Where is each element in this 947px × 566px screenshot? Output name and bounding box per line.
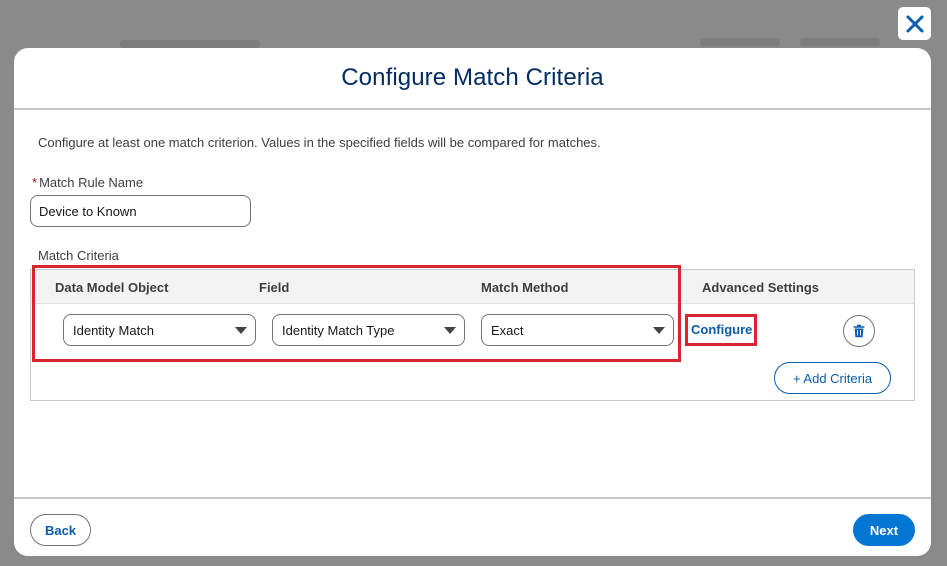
next-button[interactable]: Next bbox=[853, 514, 915, 546]
intro-text: Configure at least one match criterion. … bbox=[38, 135, 601, 150]
match-criteria-label: Match Criteria bbox=[38, 248, 119, 263]
match-rule-name-label: * Match Rule Name bbox=[32, 175, 143, 190]
column-header-advanced-settings: Advanced Settings bbox=[702, 280, 820, 295]
modal-footer: Back Next bbox=[14, 497, 931, 556]
background-bar bbox=[120, 40, 260, 48]
chevron-down-icon bbox=[444, 327, 456, 334]
match-rule-name-label-text: Match Rule Name bbox=[39, 175, 144, 190]
back-button[interactable]: Back bbox=[30, 514, 91, 546]
modal-title: Configure Match Criteria bbox=[341, 64, 604, 91]
match-method-select[interactable]: Exact bbox=[481, 314, 674, 346]
close-icon bbox=[906, 15, 923, 32]
column-header-data-model-object: Data Model Object bbox=[55, 280, 169, 295]
required-marker: * bbox=[32, 175, 38, 190]
data-model-object-value: Identity Match bbox=[73, 322, 154, 338]
trash-icon bbox=[853, 324, 865, 338]
background-bar bbox=[800, 38, 880, 46]
delete-criteria-button[interactable] bbox=[843, 315, 875, 347]
match-rule-name-input[interactable] bbox=[30, 195, 251, 227]
field-value: Identity Match Type bbox=[282, 322, 395, 338]
close-button[interactable] bbox=[898, 7, 931, 40]
configure-advanced-settings-link[interactable]: Configure bbox=[691, 322, 752, 337]
match-method-value: Exact bbox=[491, 322, 524, 338]
data-model-object-select[interactable]: Identity Match bbox=[63, 314, 256, 346]
add-criteria-button[interactable]: + Add Criteria bbox=[774, 362, 891, 394]
background-bar bbox=[700, 38, 780, 46]
match-criteria-modal: Configure Match Criteria Configure at le… bbox=[14, 48, 931, 556]
column-header-field: Field bbox=[259, 280, 290, 295]
match-criteria-table: Data Model Object Field Match Method Adv… bbox=[30, 269, 915, 401]
column-header-match-method: Match Method bbox=[481, 280, 569, 295]
chevron-down-icon bbox=[653, 327, 665, 334]
chevron-down-icon bbox=[235, 327, 247, 334]
criteria-table-header: Data Model Object Field Match Method Adv… bbox=[31, 270, 914, 304]
modal-header: Configure Match Criteria bbox=[14, 48, 931, 110]
field-select[interactable]: Identity Match Type bbox=[272, 314, 465, 346]
